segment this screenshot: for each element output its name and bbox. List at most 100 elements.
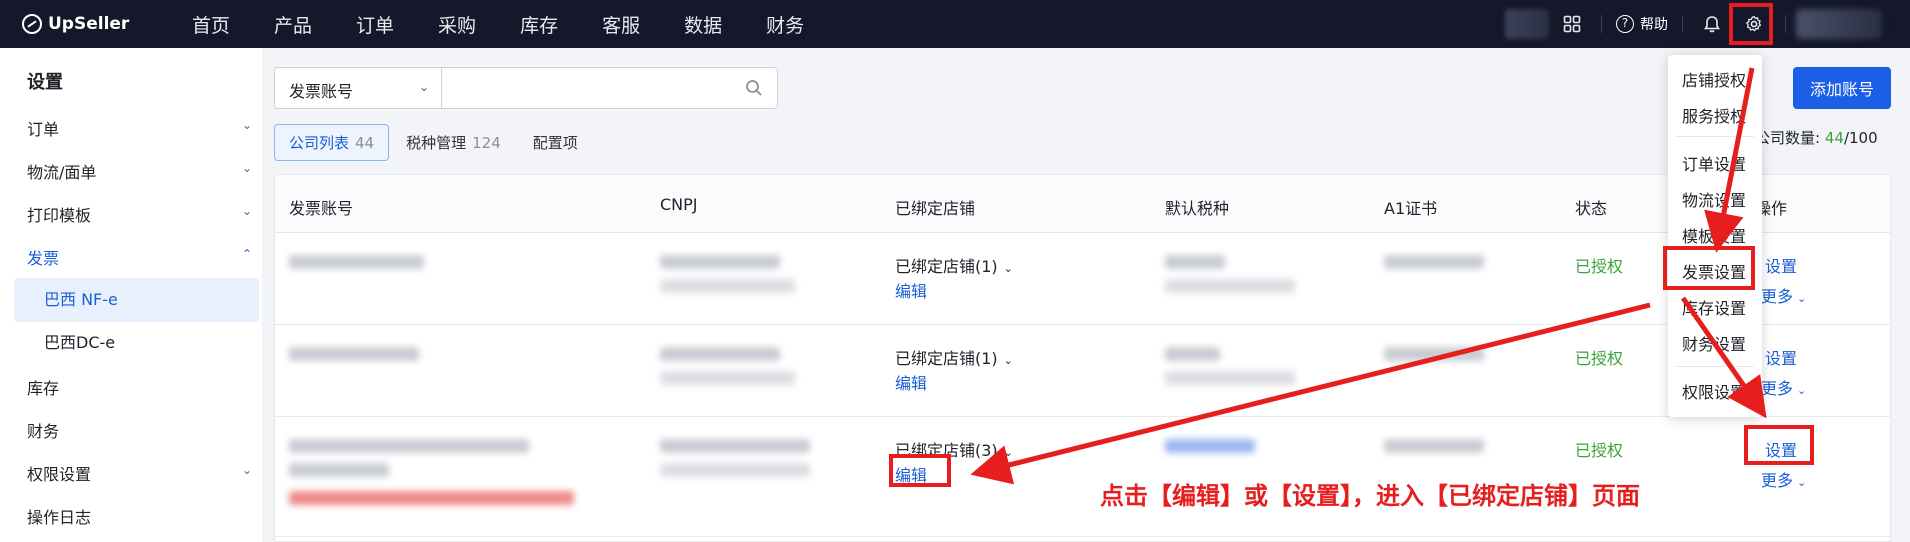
menu-permission-settings[interactable]: 权限设置 — [1682, 379, 1746, 403]
sidebar-item-label: 发票 — [27, 249, 60, 268]
menu-order-settings[interactable]: 订单设置 — [1682, 151, 1746, 175]
nav-orders[interactable]: 订单 — [356, 11, 394, 38]
col-invoice-account: 发票账号 — [289, 199, 354, 218]
sidebar-item-brazil-dce[interactable]: 巴西DC-e — [14, 321, 259, 365]
company-quota: 公司数量: 44/100 — [1755, 127, 1878, 148]
redacted-cnpj — [660, 439, 810, 453]
more-label: 更多 — [1761, 471, 1794, 490]
settings-link[interactable]: 设置 — [1765, 253, 1797, 277]
redacted-tax-link — [1165, 439, 1255, 453]
settings-link[interactable]: 设置 — [1765, 345, 1797, 369]
bound-stores-dropdown[interactable]: 已绑定店铺(1) ⌄ — [895, 253, 1013, 277]
quota-used: 44 — [1824, 129, 1844, 147]
sidebar-item-inventory[interactable]: 库存 — [27, 375, 252, 399]
nav-home[interactable]: 首页 — [192, 11, 230, 38]
menu-logistics-settings[interactable]: 物流设置 — [1682, 187, 1746, 211]
chevron-down-icon: ⌄ — [241, 204, 252, 218]
table-row: 已绑定店铺(3) ⌄ 编辑 已授权 设置 更多 ⌄ — [275, 417, 1890, 537]
redacted-account — [289, 439, 529, 453]
sidebar-item-label: 打印模板 — [27, 206, 92, 225]
sidebar-item-orders[interactable]: 订单 ⌄ — [27, 116, 252, 140]
chevron-down-icon: ⌄ — [241, 161, 252, 175]
nav-finance[interactable]: 财务 — [766, 11, 804, 38]
redacted-cnpj — [660, 255, 780, 269]
sidebar-item-print-templates[interactable]: 打印模板 ⌄ — [27, 202, 252, 226]
help-button[interactable]: ? 帮助 — [1616, 14, 1668, 34]
sidebar-item-logistics[interactable]: 物流/面单 ⌄ — [27, 159, 252, 183]
user-avatar[interactable] — [1796, 9, 1882, 39]
menu-store-auth[interactable]: 店铺授权 — [1682, 67, 1746, 91]
redacted-tax — [1165, 347, 1220, 361]
status-badge: 已授权 — [1575, 441, 1624, 460]
search-field-select[interactable]: 发票账号 ⌄ — [275, 68, 442, 108]
menu-template-settings[interactable]: 模板设置 — [1682, 223, 1746, 247]
topbar-actions: ? 帮助 — [1505, 0, 1910, 48]
sidebar-item-permissions[interactable]: 权限设置 ⌄ — [27, 461, 252, 485]
settings-dropdown-menu: 店铺授权 服务授权 订单设置 物流设置 模板设置 发票设置 库存设置 财务设置 … — [1668, 55, 1762, 417]
sidebar-item-label: 库存 — [27, 379, 60, 398]
tab-label: 配置项 — [532, 134, 578, 152]
col-default-tax: 默认税种 — [1165, 199, 1230, 218]
tab-label: 税种管理 — [406, 134, 467, 152]
upseller-logo-icon — [22, 14, 42, 34]
nav-products[interactable]: 产品 — [274, 11, 312, 38]
menu-finance-settings[interactable]: 财务设置 — [1682, 331, 1746, 355]
tab-count: 124 — [472, 134, 501, 152]
menu-divider — [1676, 366, 1754, 367]
chevron-down-icon: ⌄ — [1003, 262, 1013, 275]
sidebar-item-brazil-nfe[interactable]: 巴西 NF-e — [14, 278, 259, 322]
company-table: 发票账号 CNPJ 已绑定店铺 默认税种 A1证书 状态 操作 已绑定店铺(1)… — [274, 174, 1891, 542]
edit-link[interactable]: 编辑 — [895, 370, 927, 394]
col-bound-stores: 已绑定店铺 — [895, 199, 976, 218]
topbar-divider — [1601, 15, 1602, 33]
gear-highlight-box — [1729, 3, 1773, 45]
brand-name: UpSeller — [48, 14, 130, 34]
menu-service-auth[interactable]: 服务授权 — [1682, 103, 1746, 127]
nav-customer-service[interactable]: 客服 — [602, 11, 640, 38]
edit-link[interactable]: 编辑 — [895, 278, 927, 302]
sidebar-item-operation-log[interactable]: 操作日志 — [27, 504, 252, 528]
search-field-select-value: 发票账号 — [289, 82, 354, 101]
more-dropdown[interactable]: 更多 ⌄ — [1761, 375, 1806, 399]
add-account-button[interactable]: 添加账号 — [1793, 67, 1891, 109]
main-nav: 首页 产品 订单 采购 库存 客服 数据 财务 — [192, 11, 848, 38]
redacted-cnpj-sub — [660, 371, 795, 385]
menu-inventory-settings[interactable]: 库存设置 — [1682, 295, 1746, 319]
chevron-down-icon: ⌄ — [241, 463, 252, 477]
nav-inventory[interactable]: 库存 — [520, 11, 558, 38]
tab-count: 44 — [355, 134, 375, 152]
brand-logo[interactable]: UpSeller — [22, 14, 172, 34]
redacted-tax — [1165, 255, 1225, 269]
redacted-warning — [289, 491, 574, 505]
invoice-settings-highlight-box — [1663, 246, 1755, 290]
sidebar-title: 设置 — [27, 72, 63, 93]
bound-stores-dropdown[interactable]: 已绑定店铺(1) ⌄ — [895, 345, 1013, 369]
redacted-cnpj-sub — [660, 279, 795, 293]
more-dropdown[interactable]: 更多 ⌄ — [1761, 467, 1806, 491]
edit-link-highlight-box — [889, 454, 951, 487]
topbar-divider — [1785, 15, 1786, 33]
sidebar-item-label: 操作日志 — [27, 508, 92, 527]
bell-icon[interactable] — [1697, 9, 1727, 39]
tab-bar: 公司列表 44 税种管理 124 配置项 — [274, 124, 595, 161]
quota-label: 公司数量: — [1755, 129, 1821, 147]
tab-config[interactable]: 配置项 — [518, 124, 593, 161]
help-circle-icon: ? — [1616, 15, 1634, 33]
nav-data[interactable]: 数据 — [684, 11, 722, 38]
tab-company-list[interactable]: 公司列表 44 — [274, 124, 390, 161]
sidebar-item-finance[interactable]: 财务 — [27, 418, 252, 442]
table-header: 发票账号 CNPJ 已绑定店铺 默认税种 A1证书 状态 操作 — [275, 175, 1890, 233]
search-input[interactable] — [442, 68, 731, 108]
account-chip[interactable] — [1505, 9, 1549, 39]
chevron-up-icon: ⌃ — [241, 247, 252, 261]
nav-purchase[interactable]: 采购 — [438, 11, 476, 38]
sidebar-item-invoice[interactable]: 发票 ⌃ — [27, 245, 252, 269]
table-row: 已绑定店铺(1) ⌄ 编辑 已授权 设置 更多 ⌄ — [275, 325, 1890, 417]
redacted-cert — [1384, 255, 1484, 269]
annotation-callout: 点击【编辑】或【设置】，进入【已绑定店铺】页面 — [1100, 482, 1640, 510]
apps-grid-icon[interactable] — [1557, 9, 1587, 39]
search-icon[interactable] — [731, 68, 777, 108]
more-dropdown[interactable]: 更多 ⌄ — [1761, 283, 1806, 307]
chevron-down-icon: ⌄ — [1003, 446, 1013, 459]
tab-tax-management[interactable]: 税种管理 124 — [391, 124, 516, 161]
